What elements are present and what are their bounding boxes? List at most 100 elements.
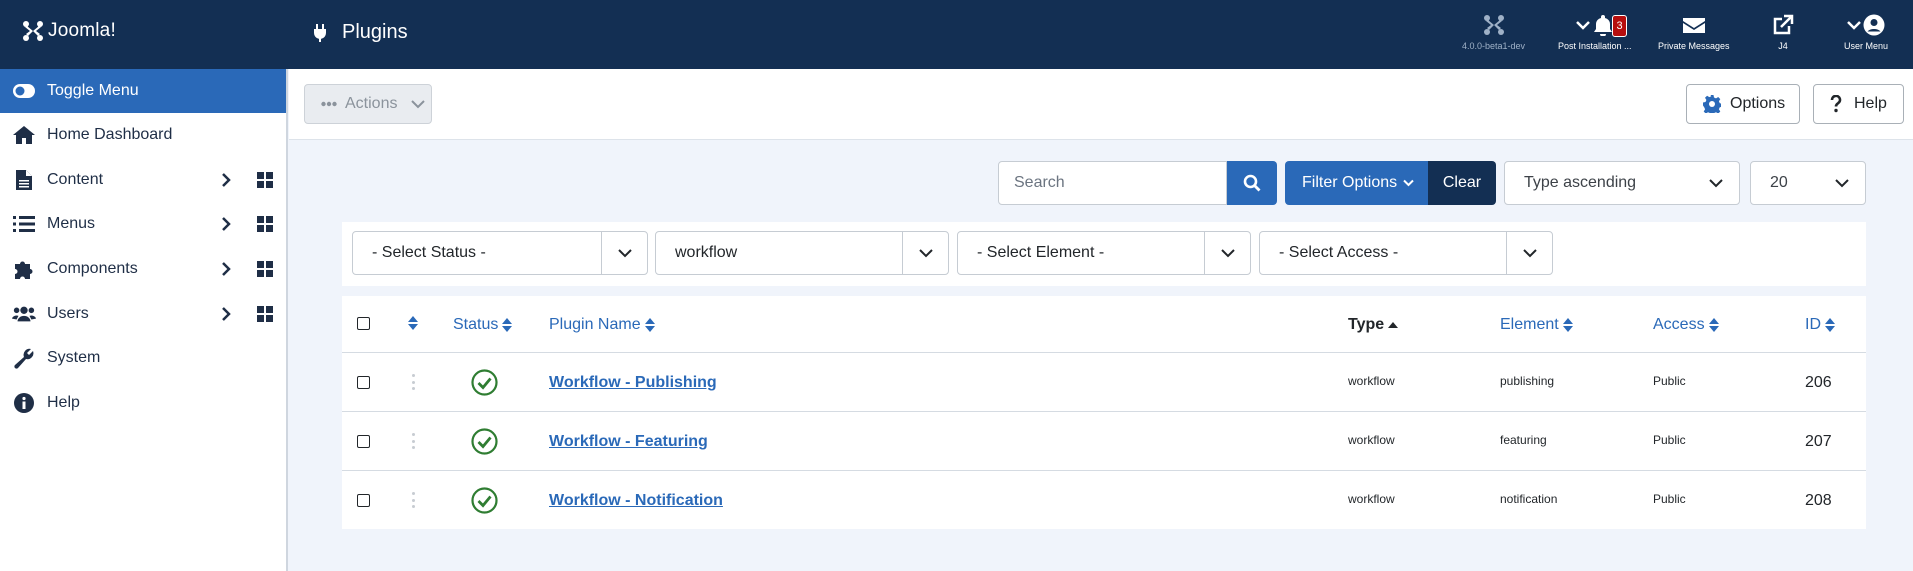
- chevron-down-icon: [1506, 232, 1552, 274]
- search-input[interactable]: Search: [998, 161, 1227, 205]
- dashboard-grid-icon[interactable]: [257, 216, 273, 232]
- sidebar-item-users[interactable]: Users: [0, 292, 286, 336]
- drag-handle[interactable]: [412, 433, 416, 449]
- file-icon: [12, 168, 36, 192]
- home-icon: [12, 123, 36, 147]
- help-button[interactable]: Help: [1813, 84, 1904, 124]
- actions-button[interactable]: Actions: [304, 84, 432, 124]
- dashboard-grid-icon[interactable]: [257, 306, 273, 322]
- sidebar-item-components[interactable]: Components: [0, 247, 286, 291]
- sort-select[interactable]: Type ascending: [1504, 161, 1740, 205]
- help-label: Help: [1854, 95, 1887, 112]
- row-checkbox[interactable]: [357, 376, 370, 389]
- sidebar-item-toggle-menu[interactable]: Toggle Menu: [0, 69, 286, 113]
- actions-label: Actions: [345, 95, 398, 112]
- dashboard-grid-icon[interactable]: [257, 172, 273, 188]
- users-icon: [12, 302, 36, 326]
- dashboard-grid-icon[interactable]: [257, 261, 273, 277]
- site-link[interactable]: J4: [1772, 14, 1794, 51]
- sort-ascending-icon: [1388, 321, 1399, 328]
- plugin-name-link[interactable]: Workflow - Featuring: [549, 433, 708, 451]
- check-circle-icon[interactable]: [471, 369, 498, 396]
- status-filter-select[interactable]: - Select Status -: [352, 231, 648, 275]
- envelope-icon: [1682, 18, 1705, 33]
- sort-icon: [1562, 318, 1573, 332]
- user-menu[interactable]: User Menu: [1844, 14, 1888, 51]
- sidebar-item-system[interactable]: System: [0, 336, 286, 380]
- element-filter-select[interactable]: - Select Element -: [957, 231, 1251, 275]
- access-cell: Public: [1653, 492, 1686, 506]
- sidebar-item-label: Home Dashboard: [47, 126, 173, 143]
- plugin-name-column-header[interactable]: Plugin Name: [549, 316, 655, 334]
- status-filter-value: - Select Status -: [372, 244, 486, 261]
- status-column-header[interactable]: Status: [453, 316, 513, 334]
- sort-icon: [408, 316, 418, 330]
- search-button[interactable]: [1227, 161, 1277, 205]
- sidebar-item-content[interactable]: Content: [0, 158, 286, 202]
- sort-icon: [1825, 318, 1835, 332]
- table-row: Workflow - Featuring workflow featuring …: [342, 412, 1866, 471]
- sidebar-item-label: Toggle Menu: [47, 82, 139, 99]
- select-all-checkbox[interactable]: [357, 317, 370, 330]
- type-column-header[interactable]: Type: [1348, 316, 1399, 334]
- chevron-down-icon: [1847, 21, 1861, 30]
- puzzle-icon: [12, 257, 36, 281]
- element-cell: notification: [1500, 492, 1558, 506]
- clear-button[interactable]: Clear: [1428, 161, 1496, 205]
- toolbar: Actions Options Help: [289, 69, 1913, 140]
- sort-icon: [1708, 318, 1719, 332]
- sidebar-item-help[interactable]: Help: [0, 381, 286, 425]
- sort-icon: [644, 318, 655, 332]
- check-circle-icon[interactable]: [471, 487, 498, 514]
- search-icon: [1243, 174, 1261, 192]
- id-cell: 208: [1805, 492, 1832, 509]
- chevron-down-icon: [411, 100, 426, 109]
- toggle-icon: [12, 79, 36, 103]
- drag-handle[interactable]: [412, 492, 416, 508]
- private-messages-label: Private Messages: [1658, 41, 1730, 51]
- type-cell: workflow: [1348, 492, 1395, 506]
- sidebar-item-menus[interactable]: Menus: [0, 202, 286, 246]
- limit-select[interactable]: 20: [1750, 161, 1866, 205]
- list-icon: [12, 212, 36, 236]
- sidebar-item-label: Users: [47, 305, 89, 322]
- element-filter-value: - Select Element -: [977, 244, 1105, 261]
- plugin-name-link[interactable]: Workflow - Publishing: [549, 374, 717, 392]
- chevron-right-icon[interactable]: [218, 261, 234, 277]
- check-circle-icon[interactable]: [471, 428, 498, 455]
- row-checkbox[interactable]: [357, 494, 370, 507]
- plug-icon: [314, 23, 326, 42]
- joomla-logo[interactable]: Joomla!: [22, 20, 116, 42]
- row-checkbox[interactable]: [357, 435, 370, 448]
- id-cell: 207: [1805, 433, 1832, 450]
- sidebar-item-home-dashboard[interactable]: Home Dashboard: [0, 113, 286, 157]
- chevron-right-icon[interactable]: [218, 216, 234, 232]
- element-cell: featuring: [1500, 433, 1547, 447]
- folder-filter-select[interactable]: workflow: [655, 231, 949, 275]
- version-link[interactable]: 4.0.0-beta1-dev: [1462, 14, 1525, 51]
- plugin-name-link[interactable]: Workflow - Notification: [549, 492, 723, 510]
- user-icon: [1863, 14, 1885, 36]
- question-icon: [1830, 95, 1842, 113]
- folder-filter-value: workflow: [675, 244, 738, 261]
- ordering-sort-header[interactable]: [408, 316, 418, 330]
- drag-handle[interactable]: [412, 374, 416, 390]
- id-cell: 206: [1805, 374, 1832, 391]
- info-icon: [12, 391, 36, 415]
- element-column-header[interactable]: Element: [1500, 316, 1573, 334]
- id-column-header[interactable]: ID: [1805, 316, 1835, 334]
- access-column-header[interactable]: Access: [1653, 316, 1719, 334]
- filter-options-button[interactable]: Filter Options: [1285, 161, 1428, 205]
- plugin-name-header-label: Plugin Name: [549, 316, 641, 333]
- options-button[interactable]: Options: [1686, 84, 1800, 124]
- access-cell: Public: [1653, 374, 1686, 388]
- chevron-right-icon[interactable]: [218, 172, 234, 188]
- access-filter-select[interactable]: - Select Access -: [1259, 231, 1553, 275]
- private-messages-link[interactable]: Private Messages: [1658, 14, 1730, 51]
- gear-icon: [1703, 95, 1721, 113]
- type-header-label: Type: [1348, 316, 1385, 333]
- post-installation-label: Post Installation ...: [1558, 41, 1632, 51]
- chevron-right-icon[interactable]: [218, 306, 234, 322]
- element-cell: publishing: [1500, 374, 1555, 388]
- type-cell: workflow: [1348, 374, 1395, 388]
